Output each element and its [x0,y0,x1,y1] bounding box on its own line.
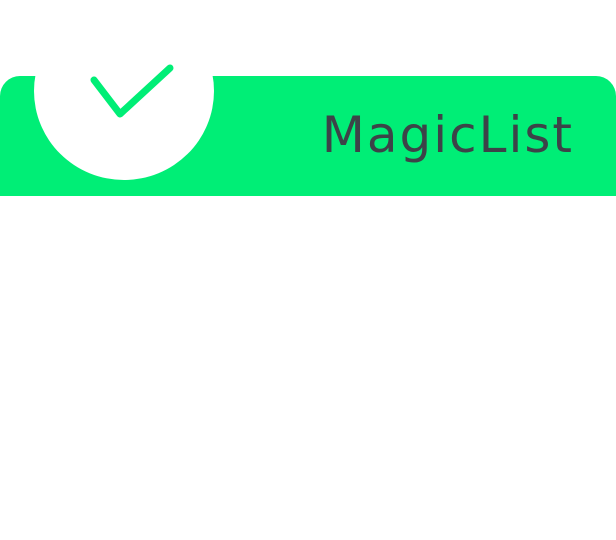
content-area [0,196,616,540]
checkmark-icon [90,64,174,118]
app-title: MagicList [321,106,574,164]
